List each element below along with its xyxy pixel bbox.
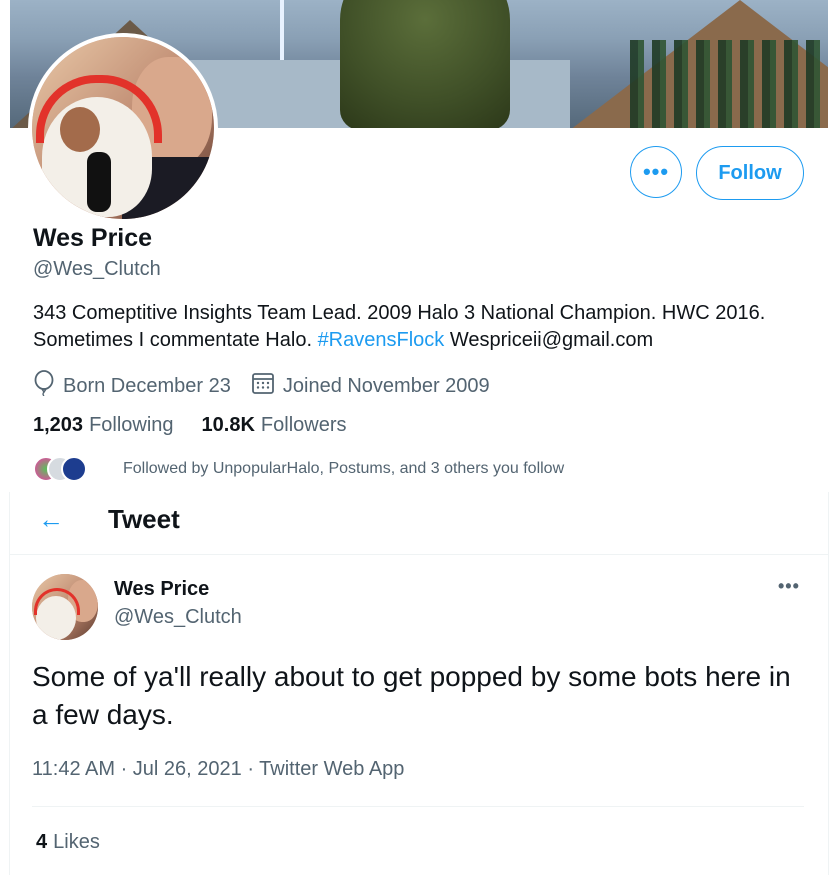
tweet-header-title: Tweet — [108, 504, 180, 534]
followers-label: Followers — [260, 414, 347, 436]
joined-item: Joined November 2009 — [251, 371, 490, 401]
follower-avatar — [61, 456, 87, 482]
tweet-header: ← Tweet — [10, 492, 828, 555]
profile-stats: 1,203 Following 10.8K Followers — [33, 414, 375, 437]
profile-bio: 343 Comeptitive Insights Team Lead. 2009… — [33, 300, 803, 354]
born-item: Born December 23 — [33, 370, 231, 402]
divider — [32, 806, 804, 807]
arrow-left-icon[interactable]: ← — [38, 504, 64, 535]
profile-meta: Born December 23 Joined November 2009 — [33, 370, 510, 402]
following-label: Following — [89, 414, 174, 436]
avatar-microphone — [87, 152, 111, 212]
follow-button[interactable]: Follow — [696, 146, 804, 200]
followed-by-row[interactable]: Followed by UnpopularHalo, Postums, and … — [33, 456, 564, 482]
tweet-author-name[interactable]: Wes Price — [114, 578, 209, 601]
followers-count: 10.8K — [201, 414, 255, 436]
banner-tower — [280, 0, 284, 60]
bio-email: Wespriceii@gmail.com — [444, 329, 654, 351]
banner-trees — [630, 40, 828, 128]
profile-handle: @Wes_Clutch — [33, 258, 161, 280]
bio-hashtag-link[interactable]: #RavensFlock — [318, 329, 445, 351]
profile-avatar[interactable] — [28, 33, 218, 223]
tweet-detail-panel: ← Tweet Wes Price @Wes_Clutch ••• Some o… — [9, 492, 829, 875]
tweet-text: Some of ya'll really about to get popped… — [32, 661, 791, 730]
born-text: Born December 23 — [63, 374, 231, 397]
following-count: 1,203 — [33, 414, 84, 436]
profile-name: Wes Price — [33, 224, 153, 252]
more-options-button[interactable]: ••• — [630, 146, 682, 198]
balloon-icon — [33, 370, 55, 402]
joined-text: Joined November 2009 — [282, 374, 490, 397]
likes-count: 4 — [36, 831, 48, 853]
banner-armored-figure — [340, 0, 510, 128]
followed-by-text: Followed by UnpopularHalo, Postums, and … — [123, 460, 565, 477]
tweet-likes-link[interactable]: 4 Likes — [36, 831, 100, 854]
tweet-author-avatar[interactable] — [32, 574, 98, 640]
tweet-more-button[interactable]: ••• — [778, 576, 800, 597]
tweet-author-handle[interactable]: @Wes_Clutch — [114, 606, 242, 629]
followers-link[interactable]: 10.8K Followers — [202, 414, 347, 437]
likes-label: Likes — [53, 831, 100, 853]
following-link[interactable]: 1,203 Following — [33, 414, 174, 437]
tweet-timestamp[interactable]: 11:42 AM · Jul 26, 2021 · Twitter Web Ap… — [32, 758, 404, 781]
calendar-icon — [251, 371, 275, 401]
